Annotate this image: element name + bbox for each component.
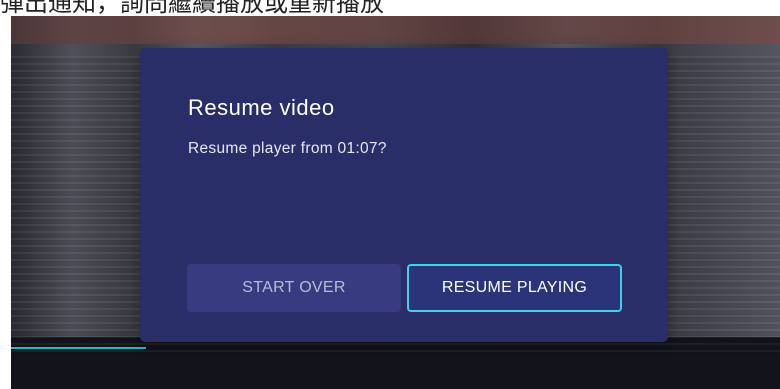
video-player[interactable]: Resume video Resume player from 01:07? S… [11, 16, 780, 389]
caption-text: 彈出通知，詢問繼續播放或重新播放 [0, 0, 384, 15]
resume-playing-button[interactable]: RESUME PLAYING [407, 264, 622, 312]
resume-dialog: Resume video Resume player from 01:07? S… [140, 48, 668, 342]
dialog-message: Resume player from 01:07? [188, 140, 387, 157]
start-over-button[interactable]: START OVER [187, 264, 401, 312]
dialog-title: Resume video [188, 95, 335, 120]
playback-progress-bar[interactable] [11, 347, 146, 349]
